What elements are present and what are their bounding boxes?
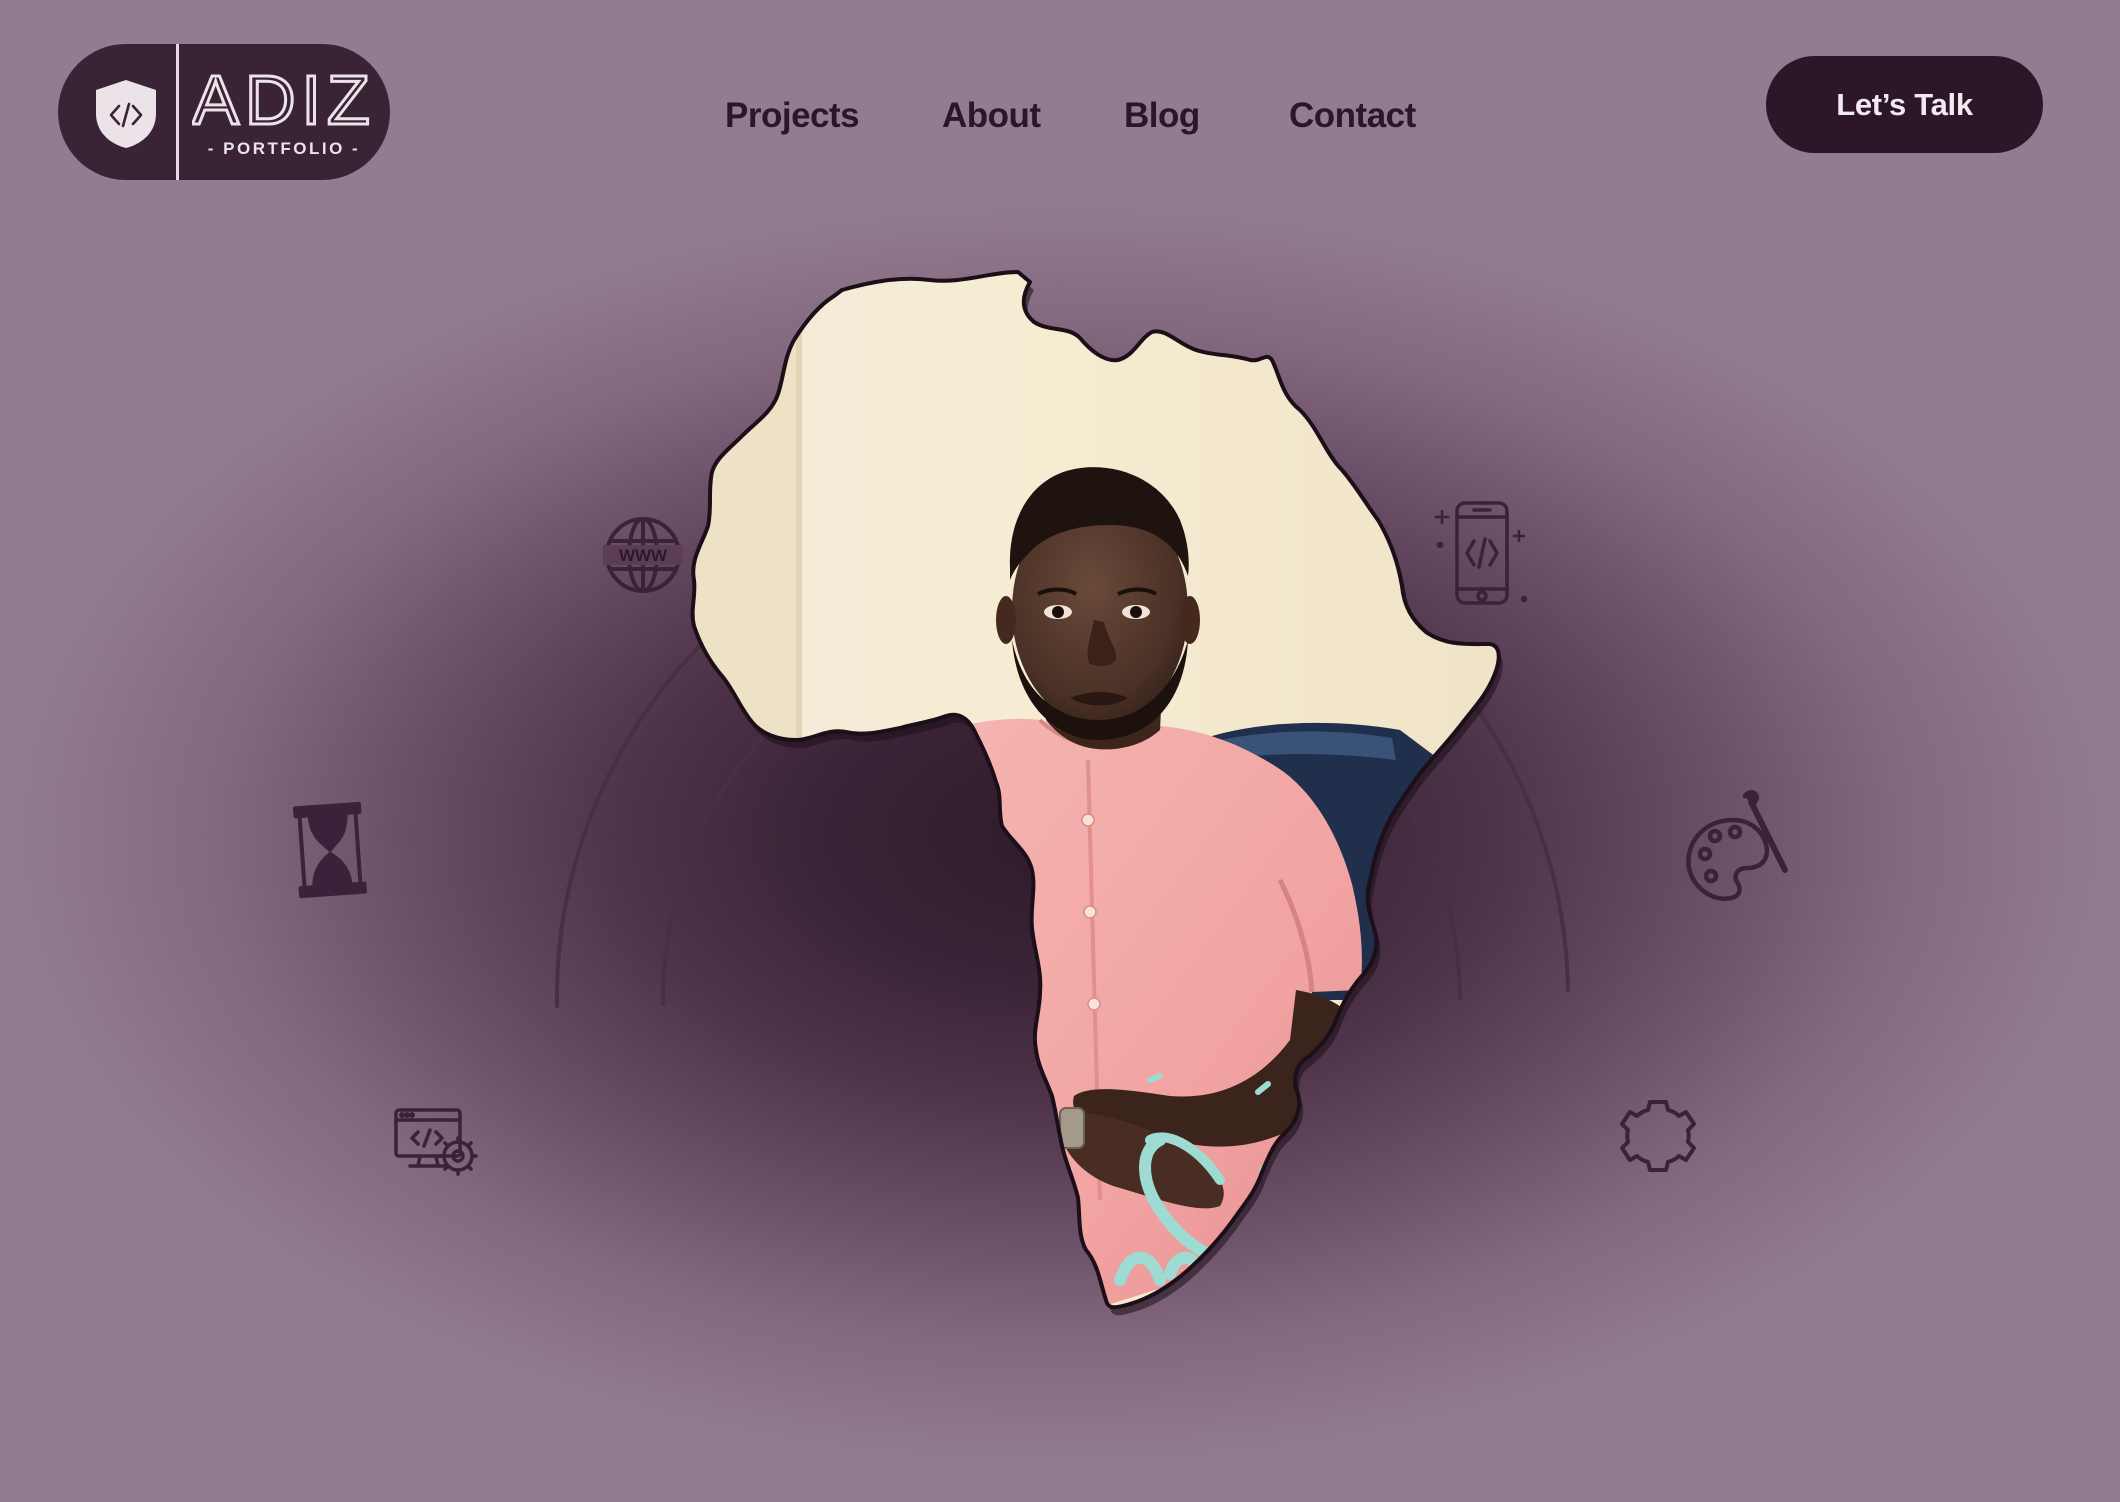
palette-brush-icon xyxy=(1686,790,1788,901)
profile-photo xyxy=(690,270,1503,1316)
monitor-code-gear-icon xyxy=(394,1108,478,1176)
www-globe-icon: WWW xyxy=(603,517,683,593)
mobile-code-icon xyxy=(1434,501,1528,605)
hero-graphic: WWW xyxy=(293,270,1788,1316)
puzzle-gear-icon xyxy=(1620,1100,1696,1172)
svg-text:WWW: WWW xyxy=(619,546,668,565)
hourglass-icon xyxy=(293,801,367,899)
